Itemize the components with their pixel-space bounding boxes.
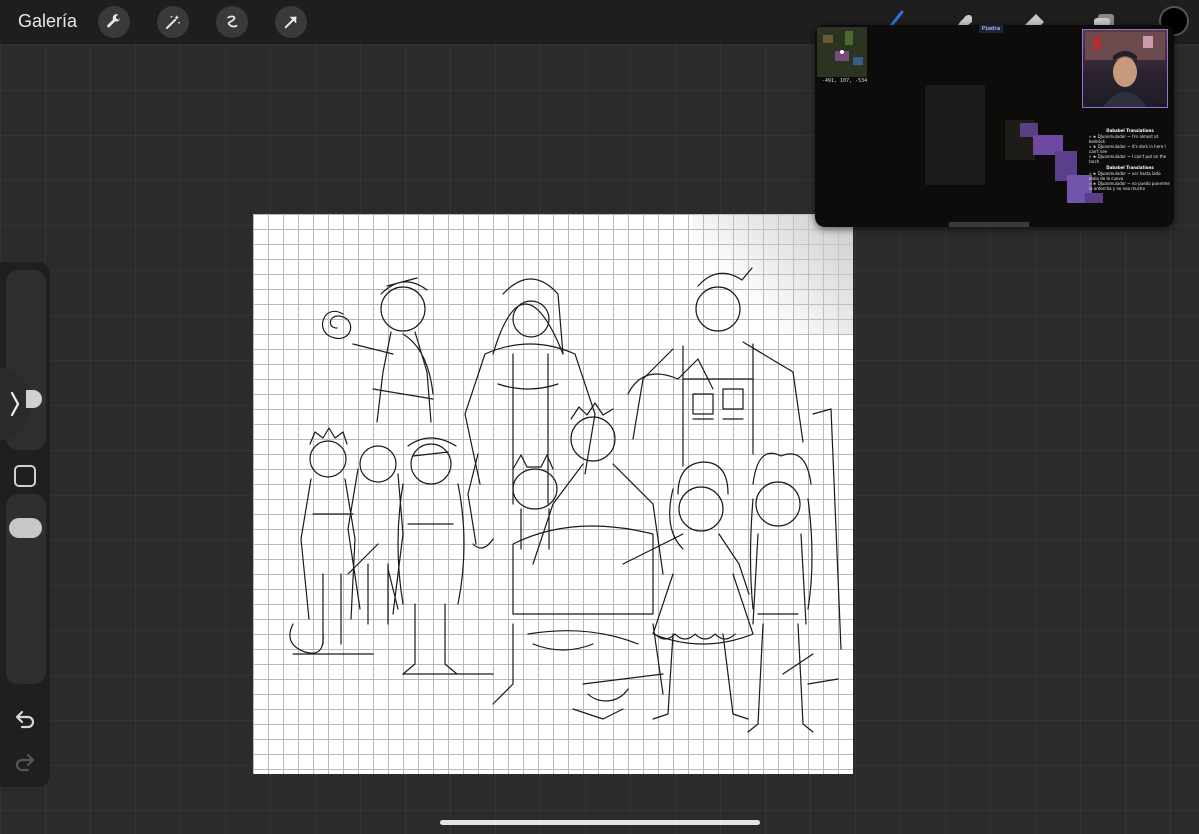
transform-arrow-icon — [284, 16, 297, 29]
actions-wrench-button[interactable] — [98, 6, 130, 38]
redo-button[interactable] — [12, 750, 38, 776]
chat-header: Dababel Translations — [1106, 128, 1154, 133]
gallery-button[interactable]: Galería — [18, 11, 77, 32]
sketch-drawing — [289, 267, 842, 733]
magic-wand-icon — [166, 15, 180, 29]
transform-button[interactable] — [275, 6, 307, 38]
chevron-right-icon — [10, 391, 20, 417]
webcam-feed — [1082, 29, 1168, 108]
opacity-knob[interactable] — [9, 518, 42, 538]
game-hotbar — [948, 221, 1030, 227]
stream-overlay[interactable]: -491, 107, -534 Piedra Dababel Translati… — [815, 25, 1174, 227]
chat-header-2: Dababel Translations — [1106, 165, 1154, 170]
modify-button[interactable] — [14, 465, 36, 487]
wrench-icon — [107, 14, 120, 28]
chat-message: » ★ DJuanmulador ~ it's dark in here I c… — [1089, 144, 1166, 154]
selection-button[interactable] — [216, 6, 248, 38]
home-indicator[interactable] — [440, 820, 760, 825]
chat-panel: Dababel Translations » ★ DJuanmulador ~ … — [1089, 127, 1171, 191]
selection-icon — [227, 15, 238, 28]
chat-message: » ★ DJuanmulador ~ ver hasta lado malo d… — [1089, 171, 1161, 181]
redo-icon — [15, 753, 35, 772]
chat-message: » ★ DJuanmulador ~ no puedo ponerme la a… — [1089, 181, 1170, 191]
chat-message: » ★ DJuanmulador ~ I'm almost at bedrock — [1089, 134, 1159, 144]
streamer-avatar — [1085, 32, 1165, 107]
drawing-canvas[interactable] — [253, 214, 853, 774]
adjustments-button[interactable] — [157, 6, 189, 38]
undo-button[interactable] — [12, 707, 38, 733]
undo-icon — [15, 710, 35, 729]
chat-message: » ★ DJuanmulador ~ I can't put on the to… — [1089, 154, 1167, 164]
